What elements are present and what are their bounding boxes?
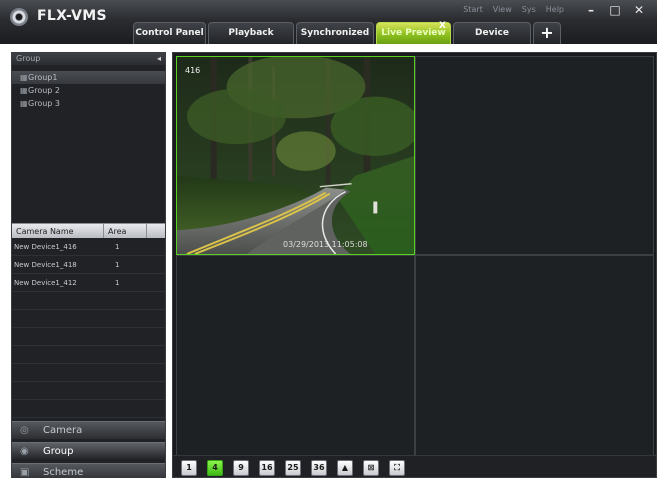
table-row[interactable]: New Device1_416 1 — [12, 238, 165, 256]
group-icon: ▦ — [20, 99, 28, 108]
table-row-empty — [12, 382, 165, 400]
tab-label: Live Preview — [381, 28, 446, 38]
table-row-empty — [12, 328, 165, 346]
tab-live-preview[interactable]: Live Preview X — [376, 21, 451, 44]
tree-item-label: Group1 — [28, 73, 58, 82]
layout-16-button[interactable]: 16 — [259, 460, 275, 476]
group-tree: ▦ Group1 ▦ Group 2 ▦ Group 3 — [12, 71, 165, 110]
nav-label: Group — [43, 446, 74, 457]
camera-table-header: Camera Name Area — [12, 223, 165, 238]
table-row-empty — [12, 292, 165, 310]
video-feed-frame — [177, 57, 414, 254]
app-title: FLX-VMS — [37, 8, 107, 24]
nav-camera-button[interactable]: ◎ Camera — [12, 421, 165, 439]
close-icon[interactable]: ✕ — [631, 2, 647, 18]
group-icon: ▦ — [20, 86, 28, 95]
column-header-camera-name[interactable]: Camera Name — [12, 224, 104, 238]
table-row[interactable]: New Device1_418 1 — [12, 256, 165, 274]
live-preview-area: 416 03/29/2013 11:05:08 1 4 9 16 25 36 ▲… — [172, 52, 657, 478]
close-all-video-icon[interactable]: ⊠ — [363, 460, 379, 476]
video-cell-3[interactable] — [176, 255, 415, 458]
camera-name-cell: New Device1_418 — [14, 261, 77, 269]
table-row[interactable]: New Device1_412 1 — [12, 274, 165, 292]
nav-label: Scheme — [43, 467, 84, 478]
tab-synchronized[interactable]: Synchronized — [296, 22, 374, 44]
group-panel-header: Group ◂ — [12, 53, 165, 65]
app-window: FLX-VMS Start View Sys Help – □ ✕ Contro… — [0, 0, 657, 478]
tab-control-panel[interactable]: Control Panel — [133, 22, 206, 44]
tab-label: Playback — [228, 28, 274, 38]
group-icon: ▦ — [20, 73, 28, 82]
app-logo-icon — [10, 8, 28, 26]
system-menu: Start View Sys Help — [463, 5, 564, 14]
group-icon: ◉ — [20, 446, 29, 457]
left-sidebar: Group ◂ ▦ Group1 ▦ Group 2 ▦ Group 3 Cam… — [11, 52, 166, 478]
layout-toolbar: 1 4 9 16 25 36 ▲ ⊠ ⛶ — [173, 455, 656, 477]
video-cell-2[interactable] — [415, 56, 654, 255]
collapse-icon[interactable]: ◂ — [157, 53, 161, 65]
menu-view[interactable]: View — [493, 5, 512, 14]
main-tabs: Control Panel Playback Synchronized Live… — [133, 21, 563, 44]
area-cell: 1 — [115, 261, 120, 269]
camera-name-cell: New Device1_412 — [14, 279, 77, 287]
tab-label: Control Panel — [135, 28, 204, 38]
column-header-area[interactable]: Area — [104, 224, 147, 238]
tree-item-label: Group 2 — [28, 86, 60, 95]
video-grid: 416 03/29/2013 11:05:08 — [176, 56, 654, 458]
area-cell: 1 — [115, 279, 120, 287]
window-controls: – □ ✕ — [583, 2, 647, 18]
camera-icon: ◎ — [20, 425, 29, 436]
tree-item-group1[interactable]: ▦ Group1 — [12, 71, 165, 84]
camera-name-cell: New Device1_416 — [14, 243, 77, 251]
title-bar: FLX-VMS Start View Sys Help – □ ✕ Contro… — [0, 0, 657, 44]
table-row-empty — [12, 310, 165, 328]
add-tab-button[interactable]: + — [533, 22, 561, 44]
tree-item-group3[interactable]: ▦ Group 3 — [12, 97, 165, 110]
layout-4-button[interactable]: 4 — [207, 460, 223, 476]
video-timestamp: 03/29/2013 11:05:08 — [283, 240, 368, 249]
table-row-empty — [12, 346, 165, 364]
tab-playback[interactable]: Playback — [208, 22, 294, 44]
video-cell-1[interactable]: 416 03/29/2013 11:05:08 — [176, 56, 415, 255]
tab-label: Device — [475, 28, 509, 38]
menu-start[interactable]: Start — [463, 5, 483, 14]
nav-group-button[interactable]: ◉ Group — [12, 442, 165, 460]
tab-close-icon[interactable]: X — [439, 21, 446, 31]
video-cell-4[interactable] — [415, 255, 654, 458]
camera-channel-label: 416 — [185, 66, 201, 75]
group-header-label: Group — [16, 54, 41, 63]
layout-25-button[interactable]: 25 — [285, 460, 301, 476]
scheme-icon: ▣ — [20, 467, 30, 478]
layout-36-button[interactable]: 36 — [311, 460, 327, 476]
table-row-empty — [12, 364, 165, 382]
maximize-icon[interactable]: □ — [607, 2, 623, 18]
minimize-icon[interactable]: – — [583, 2, 599, 18]
area-cell: 1 — [115, 243, 120, 251]
camera-table: Camera Name Area New Device1_416 1 New D… — [12, 223, 165, 436]
tree-item-group2[interactable]: ▦ Group 2 — [12, 84, 165, 97]
eject-icon[interactable]: ▲ — [337, 460, 353, 476]
layout-1-button[interactable]: 1 — [181, 460, 197, 476]
tab-device[interactable]: Device — [453, 22, 531, 44]
tab-label: Synchronized — [300, 28, 370, 38]
menu-help[interactable]: Help — [546, 5, 564, 14]
table-row-empty — [12, 400, 165, 418]
fullscreen-icon[interactable]: ⛶ — [389, 460, 405, 476]
nav-label: Camera — [43, 425, 83, 436]
nav-scheme-button[interactable]: ▣ Scheme — [12, 463, 165, 478]
layout-9-button[interactable]: 9 — [233, 460, 249, 476]
menu-sys[interactable]: Sys — [522, 5, 536, 14]
tree-item-label: Group 3 — [28, 99, 60, 108]
